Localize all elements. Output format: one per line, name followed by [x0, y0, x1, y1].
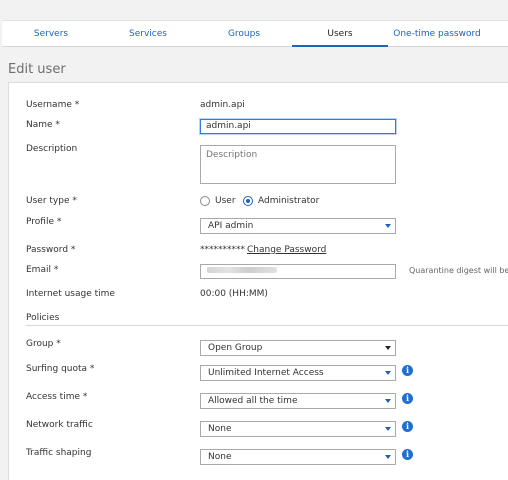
policies-divider: [26, 325, 508, 326]
user-type-administrator-label: Administrator: [258, 196, 320, 206]
access-time-select-value: Allowed all the time: [208, 396, 298, 406]
password-mask: **********: [200, 245, 245, 255]
tab-one-time-password[interactable]: One-time password: [388, 21, 486, 47]
tab-users[interactable]: Users: [292, 21, 388, 47]
tab-servers[interactable]: Servers: [2, 21, 100, 47]
network-traffic-label: Network traffic: [26, 420, 93, 430]
chevron-down-icon: [385, 427, 391, 431]
email-redacted-value: [207, 267, 277, 273]
access-time-select[interactable]: Allowed all the time: [200, 393, 396, 409]
traffic-shaping-label: Traffic shaping: [26, 448, 92, 458]
info-icon[interactable]: i: [402, 421, 413, 432]
info-icon[interactable]: i: [402, 449, 413, 460]
name-label: Name *: [26, 120, 60, 130]
chevron-down-icon: [385, 224, 391, 228]
network-traffic-select[interactable]: None: [200, 421, 396, 437]
top-strip: [0, 0, 508, 20]
surfing-quota-select[interactable]: Unlimited Internet Access: [200, 365, 396, 381]
password-label: Password *: [26, 245, 76, 255]
info-icon[interactable]: i: [402, 393, 413, 404]
description-textarea[interactable]: [200, 145, 396, 184]
traffic-shaping-select-value: None: [208, 452, 232, 462]
tab-groups[interactable]: Groups: [196, 21, 292, 47]
profile-select[interactable]: API admin: [200, 218, 396, 234]
group-select[interactable]: Open Group: [200, 340, 396, 356]
network-traffic-select-value: None: [208, 424, 232, 434]
user-type-user-label: User: [215, 196, 236, 206]
internet-usage-value: 00:00 (HH:MM): [200, 289, 268, 299]
access-time-label: Access time *: [26, 392, 88, 402]
change-password-link[interactable]: Change Password: [247, 245, 326, 255]
user-type-user-radio[interactable]: [200, 196, 210, 206]
username-label: Username *: [26, 100, 80, 110]
profile-select-value: API admin: [208, 221, 254, 231]
quarantine-digest-note: Quarantine digest will be se: [409, 266, 508, 275]
user-type-label: User type *: [26, 196, 77, 206]
policies-heading: Policies: [26, 313, 60, 323]
tab-bar: Servers Services Groups Users One-time p…: [2, 20, 508, 47]
surfing-quota-label: Surfing quota *: [26, 364, 95, 374]
chevron-down-icon: [385, 399, 391, 403]
email-label: Email *: [26, 265, 59, 275]
internet-usage-label: Internet usage time: [26, 289, 115, 299]
profile-label: Profile *: [26, 217, 62, 227]
group-select-value: Open Group: [208, 343, 263, 353]
username-value: admin.api: [200, 100, 245, 110]
tab-services[interactable]: Services: [100, 21, 196, 47]
name-input[interactable]: admin.api: [200, 119, 396, 134]
chevron-down-icon: [385, 371, 391, 375]
group-label: Group *: [26, 339, 61, 349]
traffic-shaping-select[interactable]: None: [200, 449, 396, 465]
chevron-down-icon: [385, 346, 391, 350]
description-label: Description: [26, 144, 78, 154]
surfing-quota-select-value: Unlimited Internet Access: [208, 368, 324, 378]
info-icon[interactable]: i: [402, 365, 413, 376]
user-type-administrator-radio[interactable]: [243, 196, 253, 206]
page-title: Edit user: [8, 62, 66, 77]
chevron-down-icon: [385, 455, 391, 459]
